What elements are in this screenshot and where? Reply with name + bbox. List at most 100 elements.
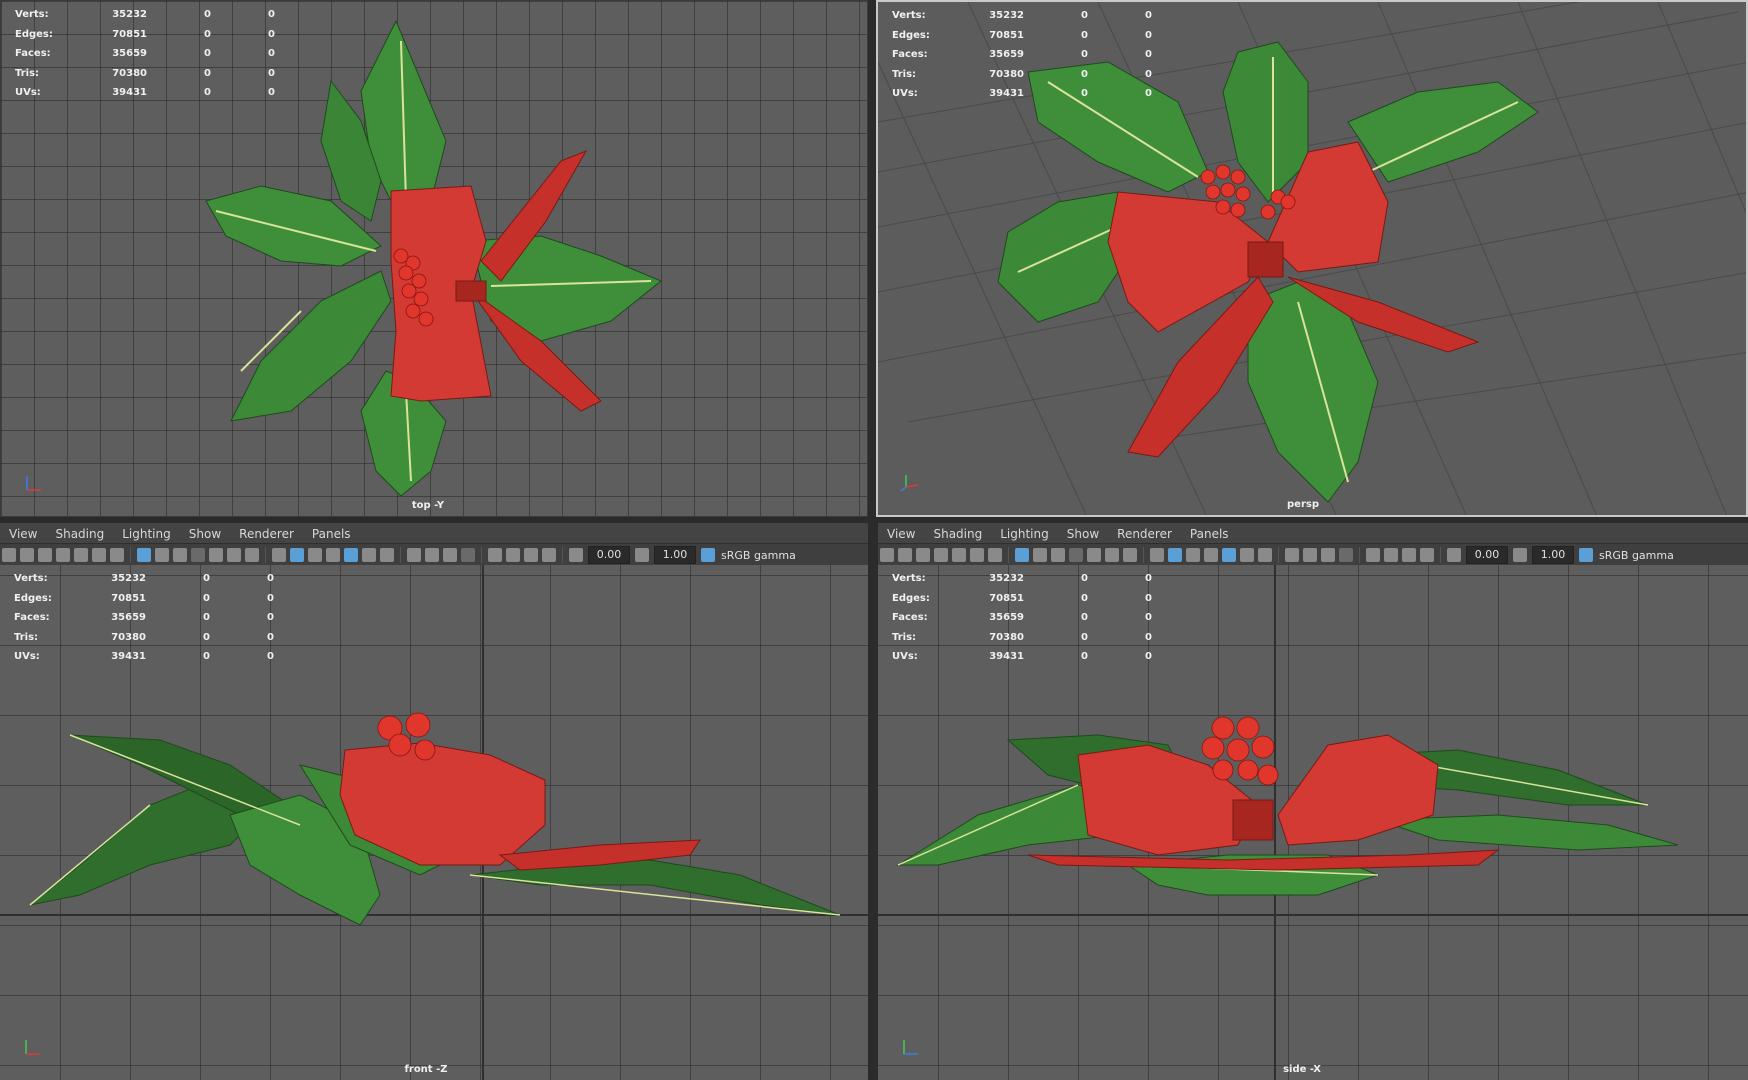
exposure-field[interactable]: 0.00 [1466, 546, 1508, 564]
shadows-icon[interactable] [380, 548, 394, 562]
safe-action-icon[interactable] [227, 548, 241, 562]
axis-gizmo-icon [903, 1040, 918, 1055]
poly-count-hud: Verts: 35232 0 0 Edges: 70851 0 0 Faces: 35659 0… [15, 9, 275, 99]
2d-pan-zoom-icon[interactable] [970, 548, 984, 562]
grid-icon[interactable] [137, 548, 151, 562]
resolution-gate-icon[interactable] [173, 548, 187, 562]
wireframe-on-shaded-icon[interactable] [1204, 548, 1218, 562]
film-gate-icon[interactable] [155, 548, 169, 562]
smooth-shade-icon[interactable] [1168, 548, 1182, 562]
textured-icon[interactable] [344, 548, 358, 562]
film-gate-icon[interactable] [1033, 548, 1047, 562]
safe-title-icon[interactable] [1123, 548, 1137, 562]
safe-title-icon[interactable] [245, 548, 259, 562]
color-space-label[interactable]: sRGB gamma [721, 549, 796, 562]
color-space-label[interactable]: sRGB gamma [1599, 549, 1674, 562]
motion-blur-icon[interactable] [1303, 548, 1317, 562]
textured-icon[interactable] [1222, 548, 1236, 562]
viewport-side[interactable]: Verts: 35232 0 0 Edges: 70851 0 0 Faces: 35659 0… [878, 565, 1748, 1080]
menu-show[interactable]: Show [180, 527, 230, 541]
resolution-gate-icon[interactable] [1051, 548, 1065, 562]
poly-count-hud: Verts: 35232 0 0 Edges: 70851 0 0 Faces: 35659 0… [892, 10, 1152, 100]
safe-action-icon[interactable] [1105, 548, 1119, 562]
separator [1359, 547, 1360, 563]
menu-view[interactable]: View [878, 527, 924, 541]
camera-label: side -X [1283, 1064, 1321, 1075]
xray-icon[interactable] [1384, 548, 1398, 562]
grease-pencil-icon[interactable] [988, 548, 1002, 562]
image-plane-icon[interactable] [74, 548, 88, 562]
anti-aliasing-icon[interactable] [443, 548, 457, 562]
exposure-icon[interactable] [1447, 548, 1461, 562]
menu-renderer[interactable]: Renderer [1108, 527, 1181, 541]
wireframe-icon[interactable] [272, 548, 286, 562]
menu-show[interactable]: Show [1058, 527, 1108, 541]
motion-blur-icon[interactable] [425, 548, 439, 562]
camera-icon[interactable] [880, 548, 894, 562]
xray-components-icon[interactable] [1420, 548, 1434, 562]
screen-space-ao-icon[interactable] [1285, 548, 1299, 562]
default-material-icon[interactable] [1186, 548, 1200, 562]
viewport-top[interactable]: Verts: 35232 0 0 Edges: 70851 0 0 Faces: 35659 0… [0, 0, 868, 517]
camera-icon[interactable] [2, 548, 16, 562]
lights-icon[interactable] [362, 548, 376, 562]
exposure-field[interactable]: 0.00 [588, 546, 630, 564]
separator [1008, 547, 1009, 563]
viewport-persp[interactable]: Verts: 35232 0 0 Edges: 70851 0 0 Faces: 35659 0… [876, 0, 1748, 517]
depth-of-field-icon[interactable] [1339, 548, 1353, 562]
menu-view[interactable]: View [0, 527, 46, 541]
2d-pan-zoom-icon[interactable] [92, 548, 106, 562]
wireframe-icon[interactable] [1150, 548, 1164, 562]
image-plane-icon[interactable] [952, 548, 966, 562]
screen-space-ao-icon[interactable] [407, 548, 421, 562]
field-chart-icon[interactable] [209, 548, 223, 562]
viewport-front[interactable]: Verts: 35232 0 0 Edges: 70851 0 0 Faces: 35659 0… [0, 565, 868, 1080]
xray-joints-icon[interactable] [524, 548, 538, 562]
color-management-icon[interactable] [1579, 548, 1593, 562]
default-material-icon[interactable] [308, 548, 322, 562]
menu-panels[interactable]: Panels [1181, 527, 1238, 541]
gamma-field[interactable]: 1.00 [654, 546, 696, 564]
menu-lighting[interactable]: Lighting [991, 527, 1058, 541]
camera-label: front -Z [404, 1064, 448, 1075]
xray-components-icon[interactable] [542, 548, 556, 562]
menu-renderer[interactable]: Renderer [230, 527, 303, 541]
gamma-icon[interactable] [635, 548, 649, 562]
gamma-icon[interactable] [1513, 548, 1527, 562]
field-chart-icon[interactable] [1087, 548, 1101, 562]
menu-panels[interactable]: Panels [303, 527, 360, 541]
xray-joints-icon[interactable] [1402, 548, 1416, 562]
isolate-icon[interactable] [488, 548, 502, 562]
axis-gizmo-icon [900, 475, 919, 492]
shadows-icon[interactable] [1258, 548, 1272, 562]
smooth-shade-icon[interactable] [290, 548, 304, 562]
color-management-icon[interactable] [701, 548, 715, 562]
panel-menubar-front: View Shading Lighting Show Renderer Pane… [0, 523, 868, 545]
depth-of-field-icon[interactable] [461, 548, 475, 562]
gate-mask-icon[interactable] [191, 548, 205, 562]
xray-icon[interactable] [506, 548, 520, 562]
separator [562, 547, 563, 563]
wireframe-on-shaded-icon[interactable] [326, 548, 340, 562]
gamma-field[interactable]: 1.00 [1532, 546, 1574, 564]
camera-attributes-icon[interactable] [916, 548, 930, 562]
camera-attributes-icon[interactable] [38, 548, 52, 562]
bookmark-icon[interactable] [934, 548, 948, 562]
grease-pencil-icon[interactable] [110, 548, 124, 562]
grid-icon[interactable] [1015, 548, 1029, 562]
menu-shading[interactable]: Shading [924, 527, 991, 541]
poly-count-hud: Verts: 35232 0 0 Edges: 70851 0 0 Faces: 35659 0… [14, 573, 274, 663]
anti-aliasing-icon[interactable] [1321, 548, 1335, 562]
menu-lighting[interactable]: Lighting [113, 527, 180, 541]
gate-mask-icon[interactable] [1069, 548, 1083, 562]
isolate-icon[interactable] [1366, 548, 1380, 562]
panel-menubar-side: View Shading Lighting Show Renderer Pane… [878, 523, 1748, 545]
poly-count-hud: Verts: 35232 0 0 Edges: 70851 0 0 Faces: 35659 0… [892, 573, 1152, 663]
separator [400, 547, 401, 563]
menu-shading[interactable]: Shading [46, 527, 113, 541]
lock-camera-icon[interactable] [898, 548, 912, 562]
lights-icon[interactable] [1240, 548, 1254, 562]
exposure-icon[interactable] [569, 548, 583, 562]
lock-camera-icon[interactable] [20, 548, 34, 562]
bookmark-icon[interactable] [56, 548, 70, 562]
